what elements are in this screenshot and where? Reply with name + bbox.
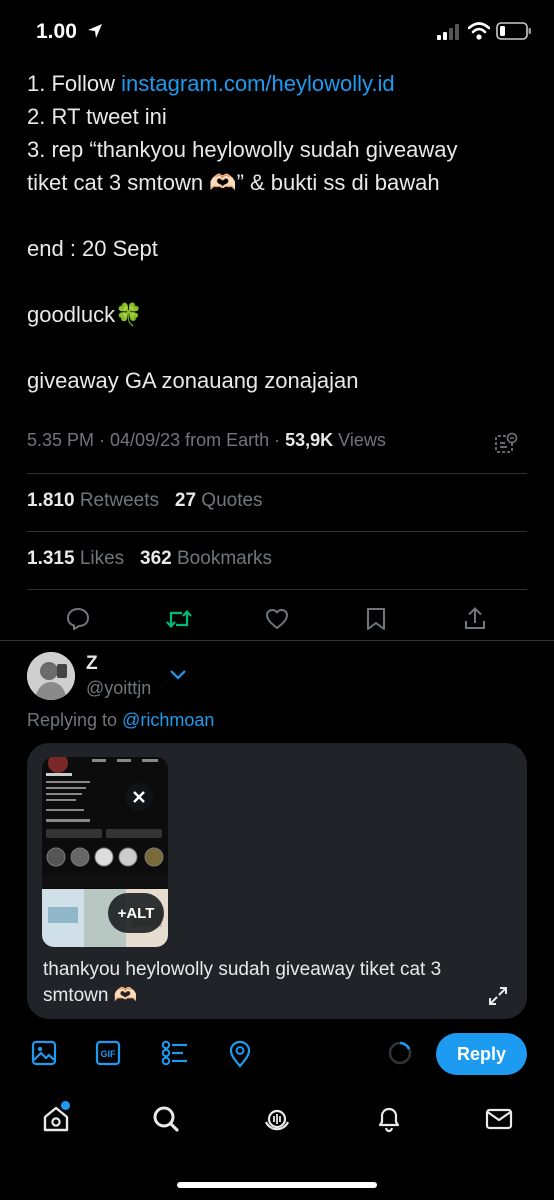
views-count: 53,9K [285,430,334,450]
like-icon[interactable] [264,606,290,632]
location-arrow-icon [88,24,102,38]
tweet-line-1: 1. Follow instagram.com/heylowolly.id [27,71,395,96]
bookmark-icon[interactable] [364,606,388,632]
search-icon[interactable] [151,1104,181,1134]
retweet-stats[interactable]: 1.810 Retweets 27 Quotes [27,490,263,512]
remove-attachment-button[interactable] [125,783,153,811]
tweet-meta: 5.35 PM · 04/09/23 from Earth · 53,9K Vi… [27,430,386,450]
alt-text-button[interactable]: +ALT [108,893,164,933]
bottom-tab-bar [0,1098,554,1148]
replying-to-handle[interactable]: @richmoan [122,710,214,730]
cellular-icon [437,24,459,40]
replying-to: Replying to @richmoan [27,710,215,730]
tweet-text: 1. Follow instagram.com/heylowolly.id 2.… [27,67,527,397]
home-unread-dot [61,1101,70,1110]
tweet-line-5: end : 20 Sept [27,236,158,261]
divider [27,473,527,474]
comment-icon[interactable] [65,606,91,632]
wifi-icon [468,22,490,40]
spaces-icon[interactable] [262,1104,292,1134]
close-icon [133,791,145,803]
divider [0,640,554,641]
poll-icon[interactable] [161,1040,189,1066]
chevron-down-icon[interactable] [169,668,187,682]
avatar[interactable] [27,652,75,700]
tweet-line-6: goodluck🍀 [27,302,143,327]
notifications-icon[interactable] [374,1104,404,1134]
retweet-icon[interactable] [165,606,193,632]
battery-icon [496,22,531,40]
reply-draft-text[interactable]: thankyou heylowolly sudah giveaway tiket… [43,957,503,1009]
tweet-actions [27,601,527,639]
tweet-line-2: 2. RT tweet ini [27,104,167,129]
share-icon[interactable] [463,606,487,632]
divider [27,531,527,532]
progress-ring-icon [388,1041,412,1065]
reply-button[interactable]: Reply [436,1033,527,1075]
compose-box[interactable]: +ALT thankyou heylowolly sudah giveaway … [27,743,527,1019]
tweet-line-7: giveaway GA zonauang zonajajan [27,368,359,393]
expand-icon[interactable] [487,985,509,1007]
image-attachment[interactable]: +ALT [42,757,168,947]
image-icon[interactable] [31,1040,57,1066]
grok-icon[interactable] [494,432,518,456]
home-indicator [177,1182,377,1188]
divider [27,589,527,590]
reply-author-name: Z [86,653,98,674]
tweet-line-3: 3. rep “thankyou heylowolly sudah giveaw… [27,137,458,162]
status-time: 1.00 [36,20,77,43]
svg-text:GIF: GIF [101,1049,117,1059]
instagram-link[interactable]: instagram.com/heylowolly.id [121,71,394,96]
status-bar: 1.00 [0,0,554,62]
messages-icon[interactable] [484,1104,514,1134]
reply-author-handle: @yoittjn [86,678,152,698]
gif-icon[interactable]: GIF [95,1040,121,1066]
location-icon[interactable] [228,1040,252,1068]
avatar-photo [27,652,75,700]
like-stats[interactable]: 1.315 Likes 362 Bookmarks [27,548,272,570]
tweet-line-4: tiket cat 3 smtown 🫶🏻” & bukti ss di baw… [27,170,440,195]
